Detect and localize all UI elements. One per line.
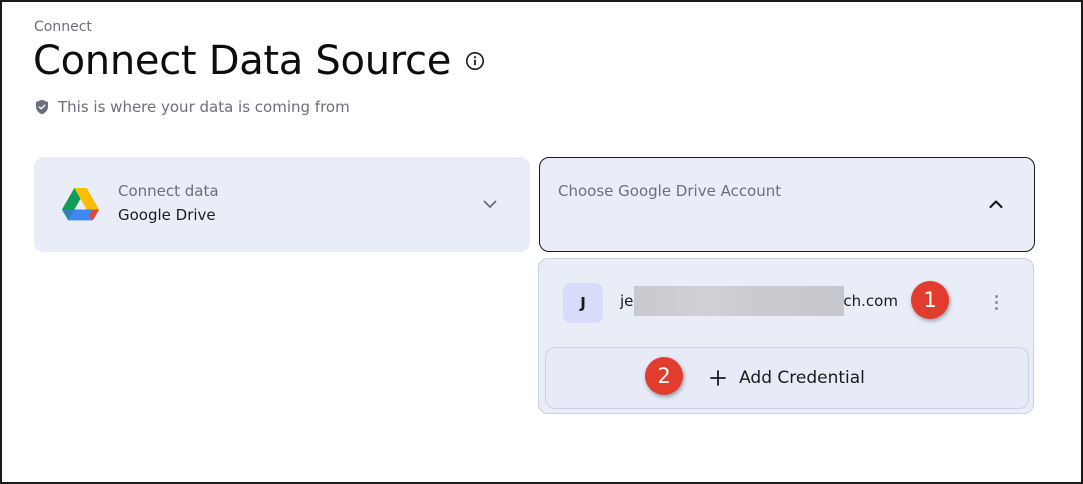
plus-icon bbox=[709, 369, 727, 387]
breadcrumb[interactable]: Connect bbox=[34, 19, 92, 35]
account-select-placeholder: Choose Google Drive Account bbox=[558, 182, 782, 200]
subtitle-text: This is where your data is coming from bbox=[58, 98, 350, 116]
chevron-up-icon[interactable] bbox=[987, 195, 1005, 213]
account-select[interactable]: Choose Google Drive Account bbox=[539, 157, 1035, 252]
source-label: Connect data bbox=[118, 182, 219, 200]
account-option[interactable]: J je ch.com bbox=[539, 259, 1033, 345]
info-icon[interactable] bbox=[465, 51, 485, 71]
data-source-select[interactable]: Connect data Google Drive bbox=[34, 157, 530, 252]
subtitle-row: This is where your data is coming from bbox=[35, 98, 350, 116]
more-options-icon[interactable] bbox=[989, 289, 1003, 315]
step-callout-1: 1 bbox=[911, 281, 949, 319]
step-callout-2: 2 bbox=[645, 357, 683, 395]
email-prefix: je bbox=[620, 292, 634, 310]
source-value: Google Drive bbox=[118, 206, 216, 224]
redaction-block bbox=[634, 286, 844, 316]
add-credential-label: Add Credential bbox=[739, 368, 865, 388]
add-credential-button[interactable]: Add Credential bbox=[545, 347, 1029, 409]
shield-icon bbox=[35, 99, 49, 115]
avatar: J bbox=[563, 283, 603, 323]
chevron-down-icon[interactable] bbox=[481, 195, 499, 213]
google-drive-icon bbox=[62, 188, 99, 221]
account-dropdown: J je ch.com Add Credential bbox=[538, 258, 1034, 414]
title-row: Connect Data Source bbox=[33, 38, 485, 84]
page-title: Connect Data Source bbox=[33, 38, 452, 84]
email-suffix: ch.com bbox=[843, 292, 898, 310]
